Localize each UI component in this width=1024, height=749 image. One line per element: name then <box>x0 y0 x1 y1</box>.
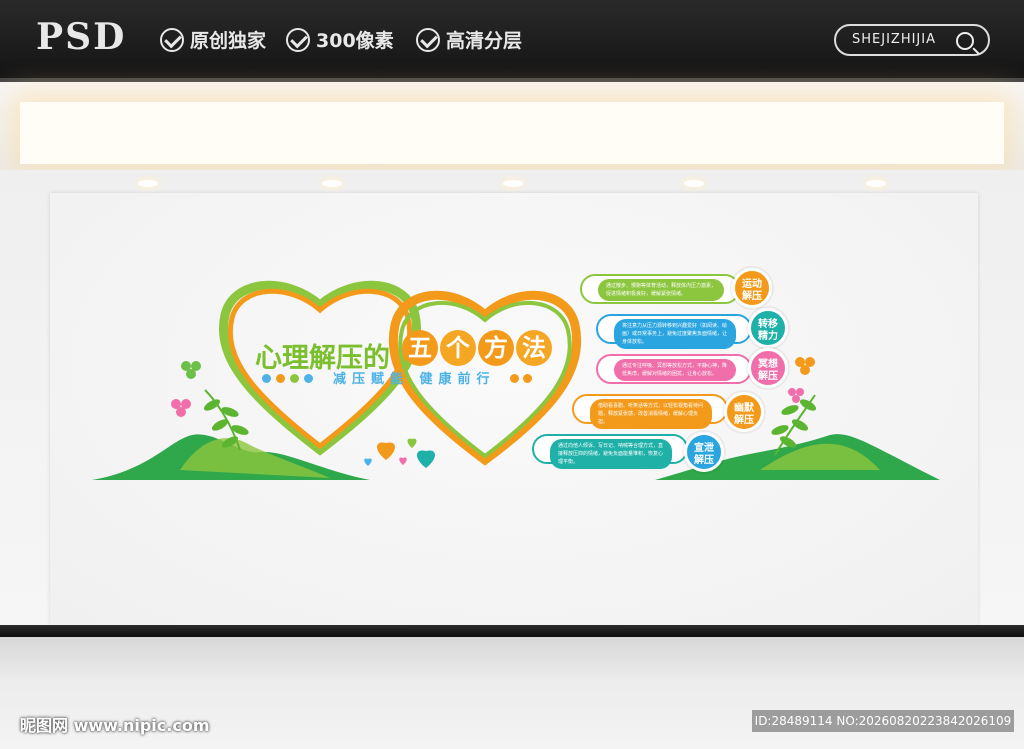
method-badge: 幽默 解压 <box>724 392 764 432</box>
method-text: 通过专注呼吸、冥想等放松方式，平静心神，降低焦虑，缓解对情绪的困扰，让身心放松。 <box>614 359 736 381</box>
heart-teal <box>417 450 435 468</box>
method-card-divert: 将注意力从压力源转移到兴趣爱好（如阅读、绘画）或日常事务上，避免过度聚焦负面情绪… <box>596 314 752 349</box>
title-char-4: 法 <box>516 330 552 366</box>
method-card-vent: 通过向他人倾诉、写日记、呐喊等合理方式，直接释放压抑的情绪，避免负面能量堆积，恢… <box>532 434 688 469</box>
method-badge: 宣泄 解压 <box>684 432 724 472</box>
subtitle: 减压赋能 健康前行 <box>333 372 496 387</box>
heart-dot <box>304 374 313 383</box>
heart-dot <box>523 374 532 383</box>
heart-blue <box>364 458 372 466</box>
title-char-1: 五 <box>402 330 438 366</box>
method-text: 将注意力从压力源转移到兴趣爱好（如阅读、绘画）或日常事务上，避免过度聚焦负面情绪… <box>614 319 736 349</box>
method-text: 通过向他人倾诉、写日记、呐喊等合理方式，直接释放压抑的情绪，避免负面能量堆积，恢… <box>550 439 672 469</box>
heart-pink <box>399 457 407 465</box>
flower-left-pink <box>171 399 191 417</box>
title-char-3: 方 <box>478 330 514 366</box>
method-badge: 转移 精力 <box>748 308 788 348</box>
flower-left-green <box>181 361 201 379</box>
heart-dot <box>262 374 271 383</box>
heart-green <box>407 438 417 448</box>
method-text: 通过散步、慢跑等体育活动，释放体内压力激素，促进情绪积极良好，缓解紧张情绪。 <box>598 279 724 301</box>
flower-right-orange <box>795 357 815 375</box>
heart-dot <box>290 374 299 383</box>
method-text: 借助看喜剧、听笑话等方式，以轻松视角看待问题，释放紧张感，改善消极情绪，缓解心理… <box>590 399 712 429</box>
heart-dot <box>276 374 285 383</box>
title-char-2: 个 <box>440 330 476 366</box>
image-id: ID:28489114 NO:20260820223842026109 <box>752 710 1014 732</box>
method-badge: 运动 解压 <box>732 268 772 308</box>
heart-dot <box>510 374 519 383</box>
method-badge: 冥想 解压 <box>748 348 788 388</box>
method-card-exercise: 通过散步、慢跑等体育活动，释放体内压力激素，促进情绪积极良好，缓解紧张情绪。 <box>580 274 740 304</box>
heart-orange <box>377 442 395 460</box>
method-card-humor: 借助看喜剧、听笑话等方式，以轻松视角看待问题，释放紧张感，改善消极情绪，缓解心理… <box>572 394 728 429</box>
method-card-meditate: 通过专注呼吸、冥想等放松方式，平静心神，降低焦虑，缓解对情绪的困扰，让身心放松。 <box>596 354 752 384</box>
watermark: 昵图网 www.nipic.com <box>20 716 210 735</box>
